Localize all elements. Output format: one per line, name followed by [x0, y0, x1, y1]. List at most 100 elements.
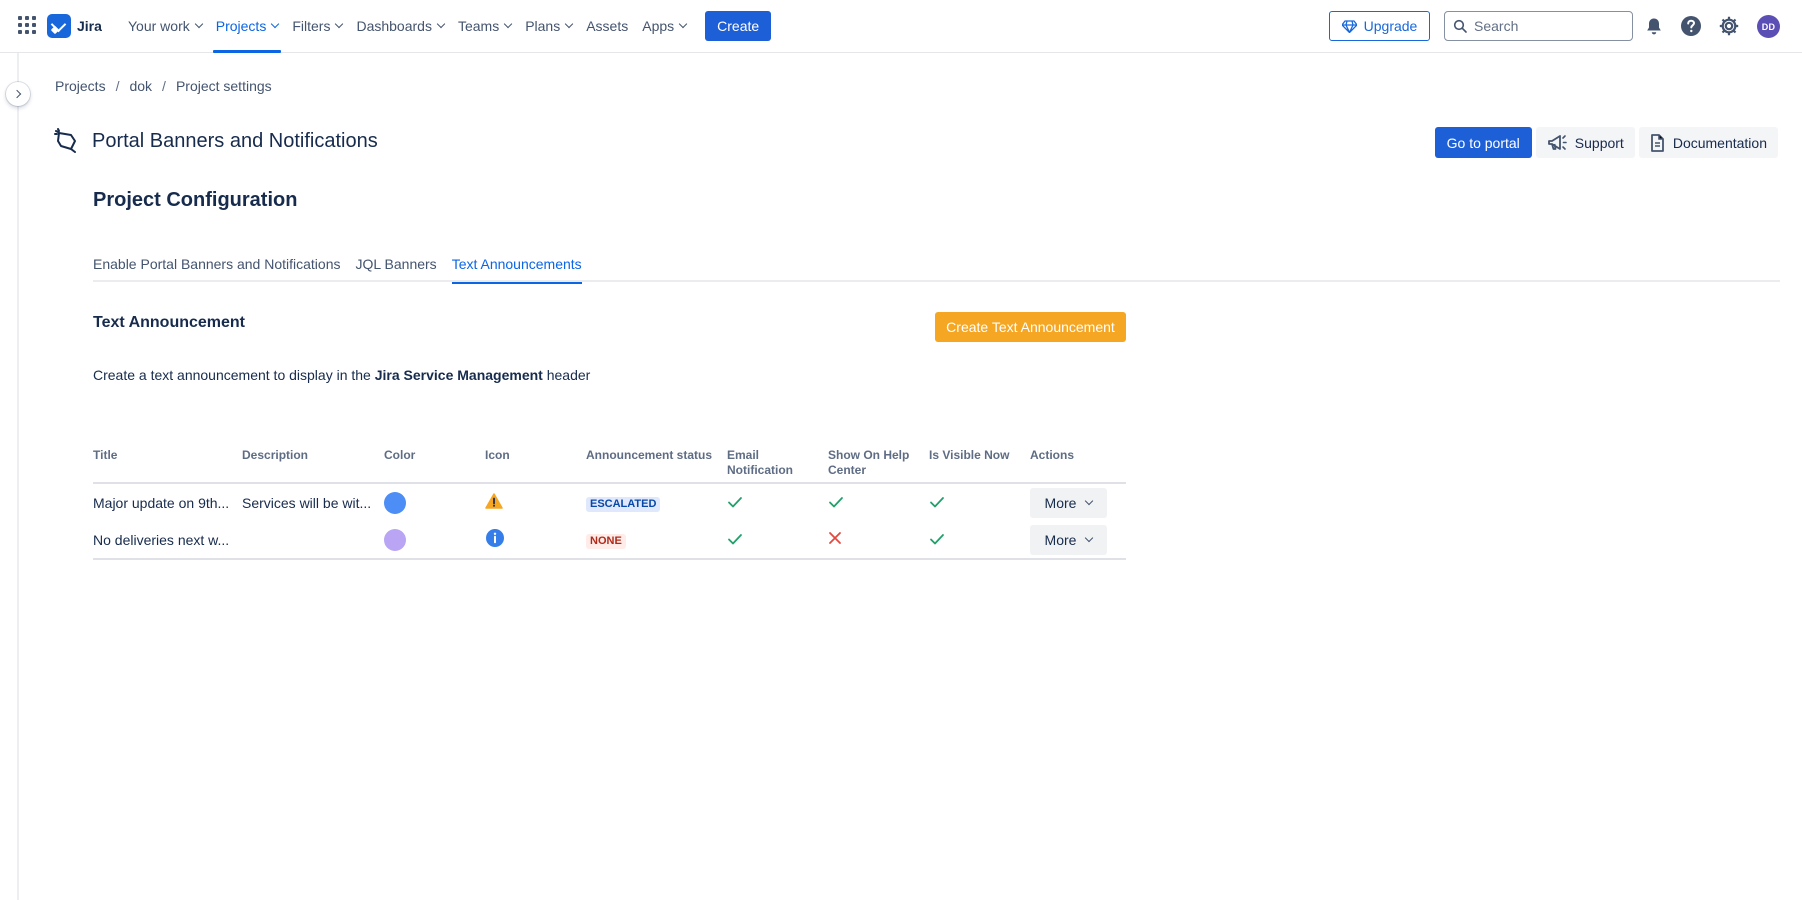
search-icon: [1453, 19, 1467, 33]
upgrade-label: Upgrade: [1363, 18, 1418, 34]
breadcrumb-project[interactable]: dok: [129, 78, 152, 94]
go-to-portal-button[interactable]: Go to portal: [1434, 127, 1532, 158]
breadcrumb-separator: /: [162, 78, 166, 94]
app-switcher-icon[interactable]: [18, 16, 36, 34]
nav-plans-label: Plans: [525, 18, 561, 34]
cell-is-visible-now: [929, 521, 1030, 560]
cell-actions: More: [1030, 483, 1126, 521]
nav-assets-label: Assets: [586, 18, 629, 34]
nav-dashboards[interactable]: Dashboards: [349, 0, 451, 52]
chevron-down-icon: [335, 19, 344, 29]
document-icon: [1650, 133, 1664, 152]
column-header-is-visible-now: Is Visible Now: [929, 440, 1030, 484]
text-announcement-description: Create a text announcement to display in…: [93, 367, 590, 383]
upgrade-button[interactable]: Upgrade: [1329, 11, 1430, 41]
column-header-icon: Icon: [485, 440, 586, 484]
jira-logo-icon: [47, 14, 71, 38]
more-label: More: [1044, 531, 1077, 548]
nav-assets[interactable]: Assets: [579, 0, 635, 52]
cell-icon: [485, 483, 586, 521]
logo-text: Jira: [77, 18, 102, 34]
nav-filters-label: Filters: [292, 18, 331, 34]
settings-tabs: Enable Portal Banners and Notifications …: [93, 256, 1780, 284]
nav-apps-label: Apps: [642, 18, 675, 34]
column-header-actions: Actions: [1030, 440, 1126, 484]
column-header-color: Color: [384, 440, 485, 484]
more-actions-button[interactable]: More: [1030, 487, 1107, 518]
create-button[interactable]: Create: [705, 11, 772, 41]
announcements-table: Title Description Color Icon Announcemen…: [93, 440, 1126, 560]
check-icon: [728, 496, 742, 507]
nav-your-work[interactable]: Your work: [121, 0, 209, 52]
check-icon: [930, 533, 944, 544]
create-text-announcement-button[interactable]: Create Text Announcement: [935, 312, 1126, 342]
help-icon[interactable]: [1679, 14, 1703, 38]
chevron-down-icon: [194, 19, 203, 29]
cell-status: NONE: [586, 521, 727, 560]
tab-jql-banners[interactable]: JQL Banners: [355, 256, 436, 282]
chevron-down-icon: [1085, 533, 1094, 542]
cell-title: Major update on 9th...: [93, 483, 242, 521]
nav-dashboards-label: Dashboards: [356, 18, 432, 34]
nav-projects[interactable]: Projects: [209, 0, 286, 53]
announcement-title: No deliveries next w...: [93, 531, 230, 548]
status-badge: NONE: [586, 533, 626, 549]
banner-notification-icon: [54, 128, 76, 153]
check-icon: [829, 496, 843, 507]
cell-email-notification: [727, 483, 828, 521]
user-avatar[interactable]: DD: [1757, 15, 1780, 38]
page-header: Portal Banners and Notifications: [54, 128, 378, 154]
search-input[interactable]: [1474, 18, 1624, 34]
table-row: Major update on 9th... Services will be …: [93, 483, 1126, 521]
column-header-announcement-status: Announcement status: [586, 440, 727, 484]
description-suffix: header: [542, 367, 591, 383]
color-swatch: [384, 491, 406, 514]
chevron-right-icon: [12, 89, 22, 99]
expand-sidebar-button[interactable]: [6, 82, 30, 106]
megaphone-icon: [1547, 134, 1567, 150]
nav-filters[interactable]: Filters: [285, 0, 349, 52]
support-button[interactable]: Support: [1535, 127, 1635, 158]
jira-logo[interactable]: Jira: [47, 14, 102, 38]
page-title: Portal Banners and Notifications: [92, 129, 378, 152]
section-title: Project Configuration: [93, 189, 298, 211]
check-icon: [728, 533, 742, 544]
search-field[interactable]: [1444, 11, 1633, 41]
notifications-bell-icon[interactable]: [1642, 14, 1666, 38]
column-header-title: Title: [93, 440, 242, 484]
nav-apps[interactable]: Apps: [635, 0, 693, 52]
nav-teams[interactable]: Teams: [451, 0, 518, 52]
warning-icon: [485, 493, 503, 509]
chevron-down-icon: [678, 19, 688, 29]
tab-enable-portal-banners[interactable]: Enable Portal Banners and Notifications: [93, 256, 340, 282]
chevron-down-icon: [436, 19, 446, 29]
text-announcement-heading: Text Announcement: [93, 314, 246, 331]
breadcrumb-project-settings[interactable]: Project settings: [176, 78, 272, 94]
table-row: No deliveries next w... NONE More: [93, 521, 1126, 560]
cell-is-visible-now: [929, 483, 1030, 521]
column-header-email-notification: Email Notification: [727, 440, 828, 484]
breadcrumb-projects[interactable]: Projects: [55, 78, 106, 94]
announcement-title: Major update on 9th...: [93, 494, 230, 511]
documentation-button[interactable]: Documentation: [1638, 127, 1778, 158]
column-header-show-on-help-center: Show On Help Center: [828, 440, 929, 484]
chevron-down-icon: [271, 19, 280, 29]
primary-nav: Your work Projects Filters Dashboards Te…: [121, 0, 772, 53]
color-swatch: [384, 528, 406, 551]
nav-projects-label: Projects: [215, 18, 267, 34]
more-actions-button[interactable]: More: [1030, 524, 1107, 555]
description-prefix: Create a text announcement to display in…: [93, 367, 375, 383]
cell-description: Services will be wit...: [242, 483, 384, 521]
settings-gear-icon[interactable]: [1717, 14, 1741, 38]
more-label: More: [1044, 494, 1077, 511]
documentation-label: Documentation: [1672, 134, 1767, 151]
announcement-description: Services will be wit...: [242, 494, 372, 511]
nav-your-work-label: Your work: [128, 18, 190, 34]
gem-icon: [1341, 19, 1357, 33]
check-icon: [930, 496, 944, 507]
sidebar-divider: [17, 53, 19, 900]
nav-plans[interactable]: Plans: [518, 0, 579, 52]
column-header-description: Description: [242, 440, 384, 484]
support-label: Support: [1574, 134, 1624, 151]
tab-text-announcements[interactable]: Text Announcements: [451, 256, 582, 284]
